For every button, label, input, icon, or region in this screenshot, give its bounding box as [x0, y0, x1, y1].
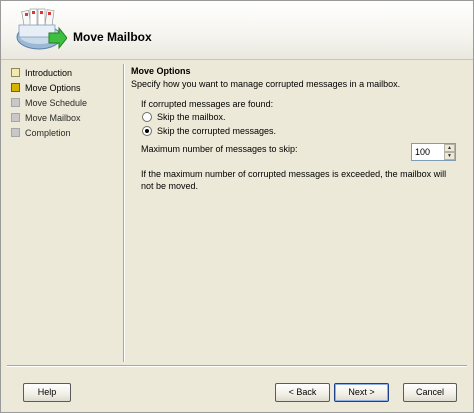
step-pending-icon [11, 98, 20, 108]
step-current-icon [11, 83, 20, 93]
cancel-button[interactable]: Cancel [403, 383, 457, 402]
max-messages-stepper[interactable]: ▲ ▼ [411, 143, 456, 161]
skip-corrupted-messages-option[interactable]: Skip the corrupted messages. [142, 125, 276, 137]
vertical-divider [123, 64, 125, 362]
wizard-header: Move Mailbox [1, 1, 473, 60]
step-move-schedule: Move Schedule [11, 97, 87, 110]
step-pending-icon [11, 128, 20, 138]
step-pending-icon [11, 113, 20, 123]
skip-mailbox-label: Skip the mailbox. [157, 112, 226, 122]
max-exceeded-note: If the maximum number of corrupted messa… [141, 169, 447, 191]
step-label: Move Mailbox [25, 113, 81, 123]
radio-button-checked-icon[interactable] [142, 125, 152, 136]
increment-arrow-icon[interactable]: ▲ [444, 144, 455, 152]
decrement-arrow-icon[interactable]: ▼ [444, 152, 455, 160]
section-description: Specify how you want to manage corrupted… [131, 79, 401, 89]
step-label: Introduction [25, 68, 73, 78]
radio-button-icon[interactable] [142, 111, 152, 122]
wizard-title: Move Mailbox [73, 30, 152, 44]
mailbox-move-icon [16, 8, 67, 50]
step-label: Move Options [25, 83, 81, 93]
back-button[interactable]: < Back [275, 383, 330, 402]
next-button[interactable]: Next > [334, 383, 389, 402]
step-label: Completion [25, 128, 71, 138]
stepper-buttons: ▲ ▼ [444, 144, 455, 160]
footer-divider [7, 365, 467, 367]
wizard-steps-pane: Introduction Move Options Move Schedule … [1, 60, 123, 362]
corrupted-group-label: If corrupted messages are found: [141, 99, 274, 109]
step-complete-icon [11, 68, 20, 78]
step-label: Move Schedule [25, 98, 88, 108]
max-messages-label: Maximum number of messages to skip: [141, 144, 298, 154]
max-messages-input[interactable] [412, 144, 442, 160]
step-move-mailbox: Move Mailbox [11, 112, 81, 125]
skip-mailbox-option[interactable]: Skip the mailbox. [142, 111, 226, 123]
skip-corrupted-label: Skip the corrupted messages. [157, 126, 277, 136]
step-completion: Completion [11, 127, 71, 140]
section-title: Move Options [131, 66, 191, 76]
step-move-options: Move Options [11, 82, 81, 95]
move-mailbox-wizard-window: Move Mailbox Introduction Move Options M… [0, 0, 474, 413]
step-introduction: Introduction [11, 67, 72, 80]
help-button[interactable]: Help [23, 383, 71, 402]
